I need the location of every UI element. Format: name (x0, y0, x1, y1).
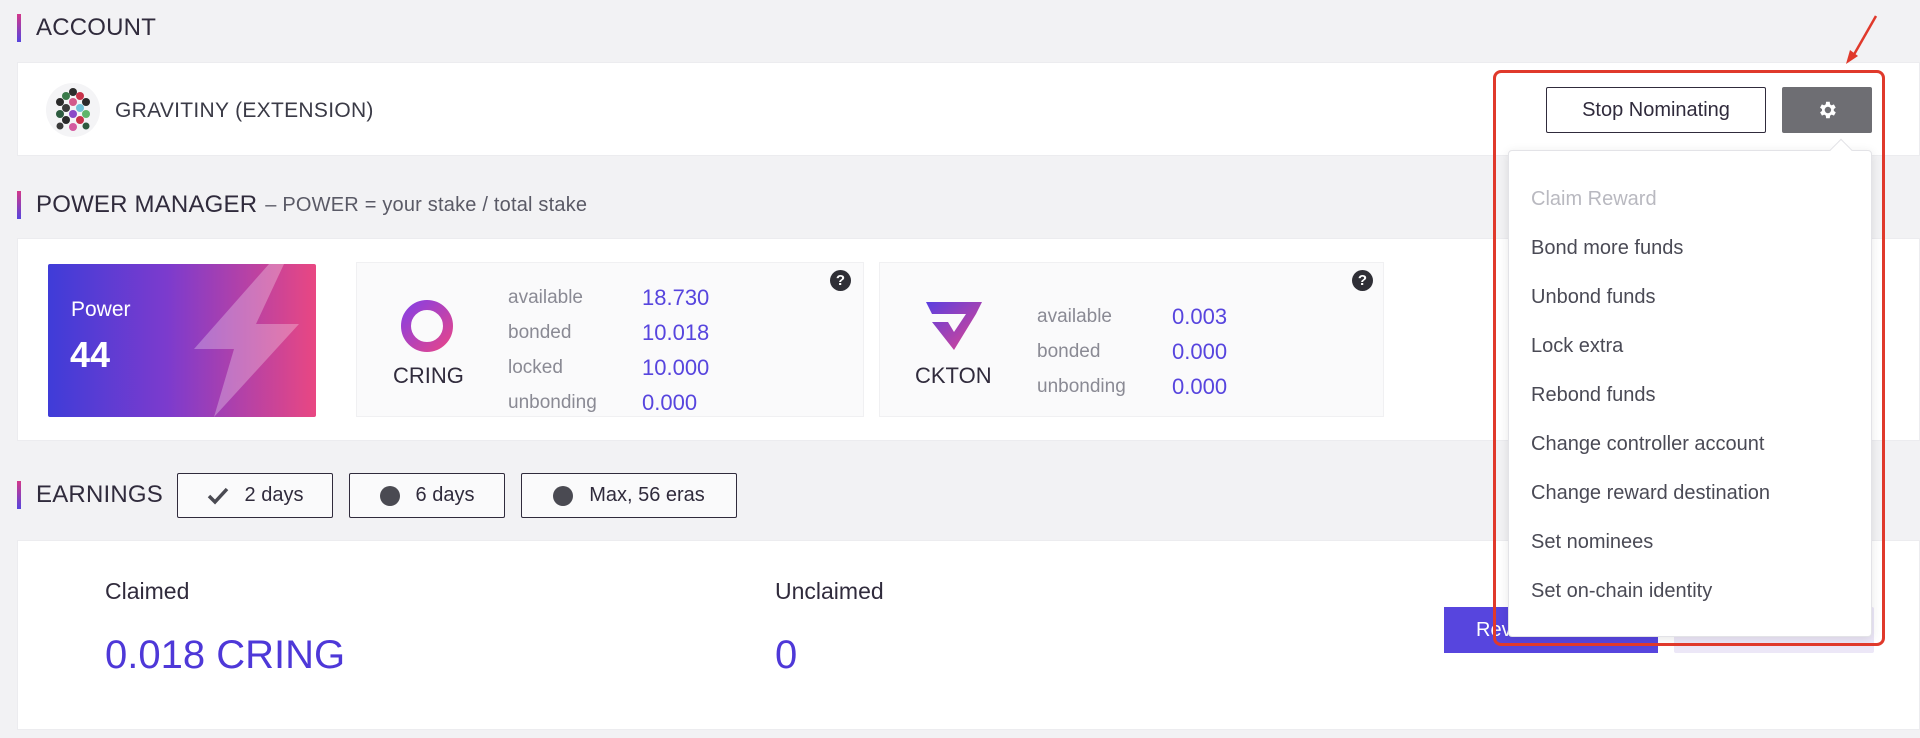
menu-item-change-controller-account[interactable]: Change controller account (1531, 433, 1764, 456)
ckton-token-name: CKTON (915, 363, 992, 388)
ckton-unbonding-value: 0.000 (1172, 374, 1228, 399)
menu-item-change-reward-destination[interactable]: Change reward destination (1531, 482, 1770, 505)
stop-nominating-button[interactable]: Stop Nominating (1546, 87, 1766, 133)
ckton-logo-icon (926, 302, 982, 350)
claimed-label: Claimed (105, 578, 190, 604)
menu-item-lock-extra[interactable]: Lock extra (1531, 335, 1623, 358)
ckton-bonded-value: 0.000 (1172, 339, 1228, 364)
cring-unbonding-label: unbonding (508, 392, 597, 413)
account-name: GRAVITINY (EXTENSION) (115, 99, 374, 122)
ckton-available-label: available (1037, 306, 1112, 327)
cring-token-name: CRING (393, 363, 464, 388)
earnings-section-title: EARNINGS (17, 481, 163, 509)
unclaimed-label: Unclaimed (775, 578, 884, 604)
earnings-title-text: EARNINGS (36, 481, 163, 508)
help-icon[interactable]: ? (830, 270, 851, 291)
power-title-text: POWER MANAGER (36, 191, 258, 218)
radio-dot-icon (553, 485, 574, 506)
power-value: 44 (70, 334, 111, 375)
cring-bonded-value: 10.018 (642, 320, 710, 345)
filter-max-eras[interactable]: Max, 56 eras (521, 473, 737, 518)
cring-bonded-label: bonded (508, 322, 572, 343)
cring-locked-label: locked (508, 357, 563, 378)
lightning-icon (194, 264, 299, 417)
cring-available-label: available (508, 287, 583, 308)
filter-label: 6 days (415, 484, 475, 506)
check-icon (207, 487, 228, 505)
annotation-arrow-icon (1846, 15, 1878, 64)
cring-locked-value: 10.000 (642, 355, 710, 380)
menu-item-set-nominees[interactable]: Set nominees (1531, 531, 1653, 554)
account-title-text: ACCOUNT (36, 14, 157, 41)
cring-balance-card: CRING available 18.730 bonded 10.018 loc… (356, 262, 864, 417)
filter-6-days[interactable]: 6 days (349, 473, 505, 518)
unclaimed-value: 0 (775, 633, 798, 677)
menu-item-unbond-funds[interactable]: Unbond funds (1531, 286, 1656, 309)
claimed-value: 0.018 CRING (105, 633, 346, 677)
identicon-icon (56, 88, 90, 131)
ckton-unbonding-label: unbonding (1037, 376, 1126, 397)
cring-logo-icon (401, 300, 453, 352)
filter-label: Max, 56 eras (589, 484, 705, 506)
section-accent-bar (17, 14, 21, 42)
menu-item-claim-reward: Claim Reward (1531, 188, 1657, 210)
ckton-balance-card: CKTON available 0.003 bonded 0.000 unbon… (879, 262, 1384, 417)
gear-icon (1820, 101, 1836, 119)
menu-item-set-on-chain-identity[interactable]: Set on-chain identity (1531, 580, 1712, 603)
settings-dropdown-menu: Claim Reward Bond more funds Unbond fund… (1508, 138, 1872, 637)
filter-2-days[interactable]: 2 days (177, 473, 333, 518)
avatar (46, 83, 100, 137)
filter-label: 2 days (244, 484, 304, 506)
power-manager-section-title: POWER MANAGER – POWER = your stake / tot… (17, 191, 587, 219)
section-accent-bar (17, 481, 21, 509)
ckton-available-value: 0.003 (1172, 304, 1228, 329)
radio-dot-icon (379, 485, 400, 506)
menu-item-bond-more-funds[interactable]: Bond more funds (1531, 237, 1683, 260)
ckton-bonded-label: bonded (1037, 341, 1101, 362)
cring-unbonding-value: 0.000 (642, 390, 698, 415)
power-subtitle: – POWER = your stake / total stake (265, 193, 588, 216)
account-section-title: ACCOUNT (17, 14, 156, 42)
cring-available-value: 18.730 (642, 285, 710, 310)
help-icon[interactable]: ? (1352, 270, 1373, 291)
section-accent-bar (17, 191, 21, 219)
settings-button[interactable] (1782, 87, 1872, 133)
power-label: Power (71, 298, 131, 321)
power-card: Power 44 (48, 264, 316, 417)
menu-item-rebond-funds[interactable]: Rebond funds (1531, 384, 1656, 407)
